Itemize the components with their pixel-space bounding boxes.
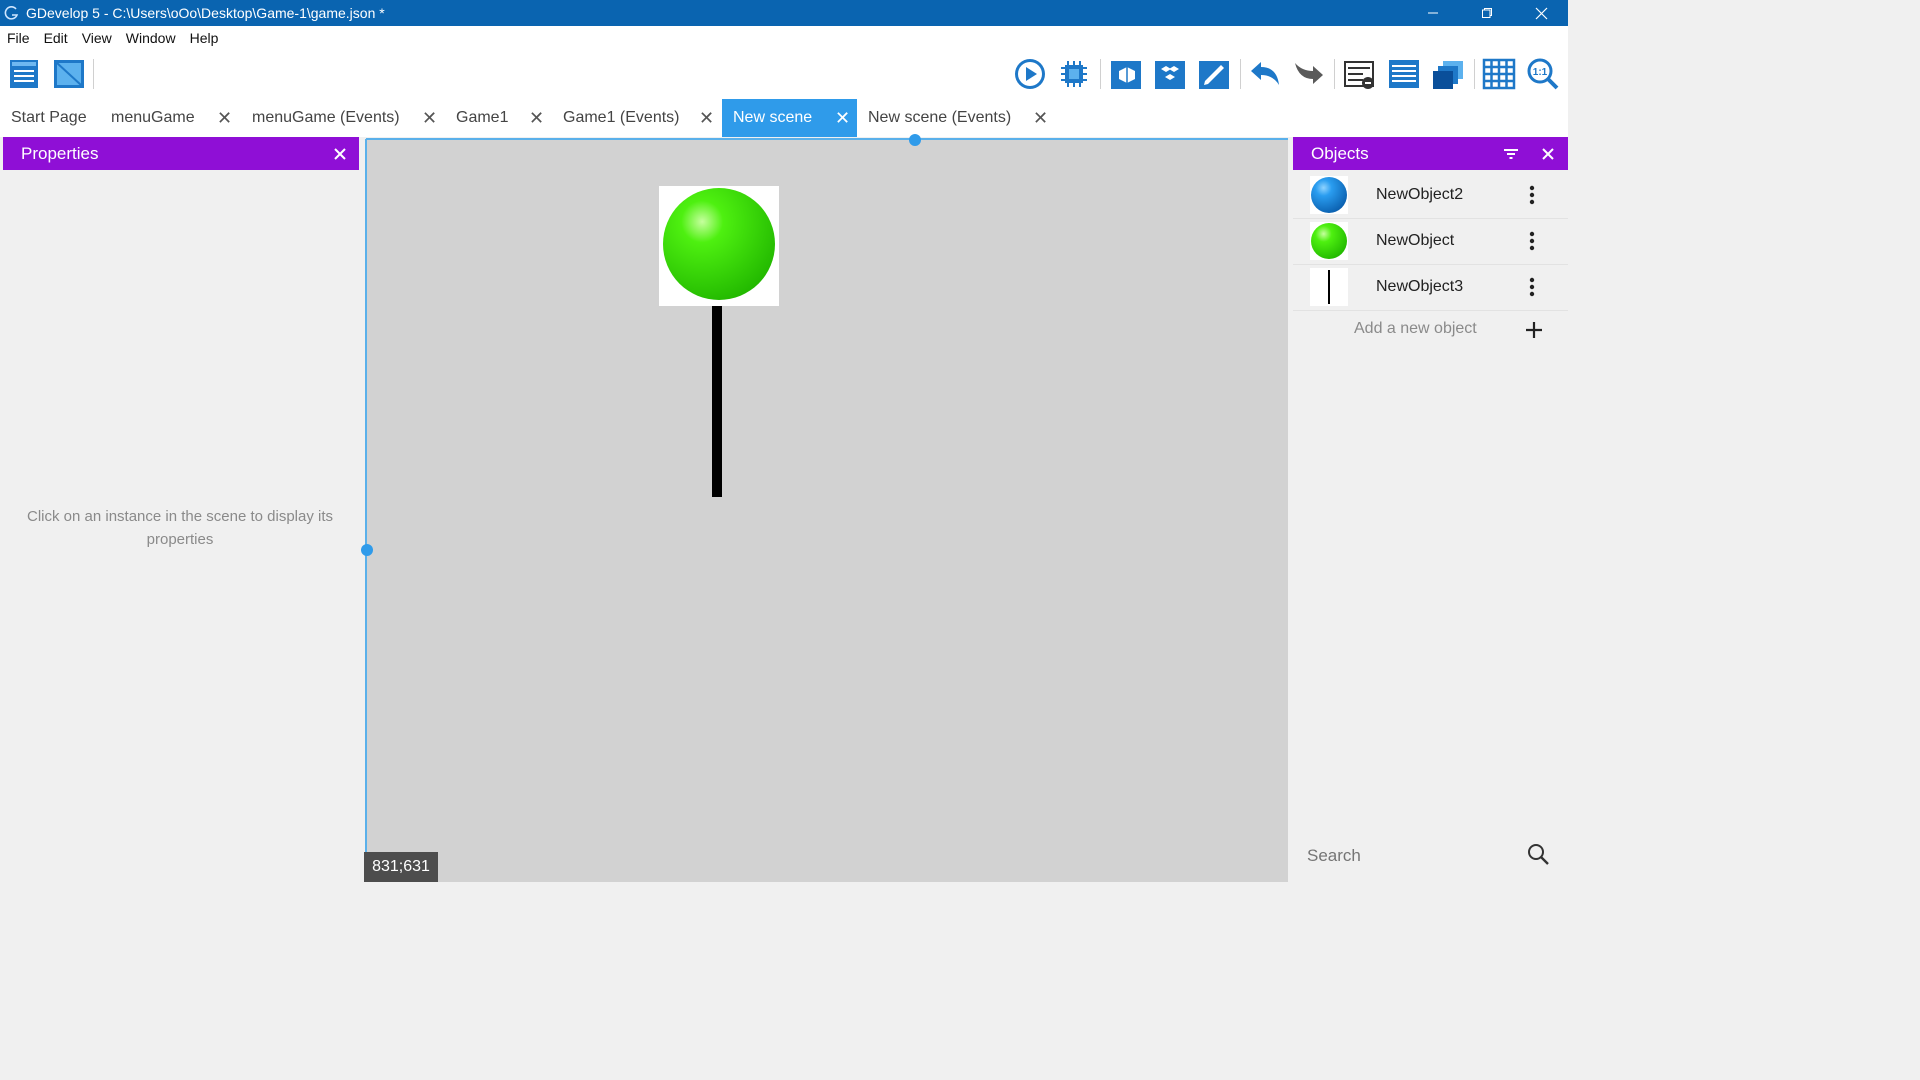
add-new-object-row[interactable]: Add a new object — [1293, 307, 1568, 353]
title-bar: GDevelop 5 - C:\Users\oOo\Desktop\Game-1… — [0, 0, 1568, 26]
close-tab-icon[interactable]: ✕ — [422, 108, 437, 129]
objects-header: Objects — [1293, 137, 1568, 170]
close-tab-icon[interactable]: ✕ — [835, 108, 850, 129]
close-window-button[interactable] — [1514, 0, 1568, 26]
resize-handle-left[interactable] — [361, 544, 373, 556]
object-item-newobject3[interactable]: NewObject3 — [1293, 264, 1568, 310]
object-name: NewObject3 — [1376, 278, 1464, 295]
tab-label: Start Page — [11, 109, 87, 126]
add-icon[interactable] — [1525, 321, 1543, 339]
close-icon[interactable] — [1542, 148, 1554, 160]
objects-list-icon[interactable] — [1153, 57, 1187, 91]
tab-label: menuGame (Events) — [252, 109, 400, 126]
menu-edit[interactable]: Edit — [37, 30, 75, 46]
instances-list-icon[interactable] — [1387, 57, 1421, 91]
grid-icon[interactable] — [1482, 57, 1516, 91]
close-icon[interactable] — [334, 148, 346, 160]
close-tab-icon[interactable]: ✕ — [529, 108, 544, 129]
scene-vertical-guide — [365, 139, 367, 882]
menu-file[interactable]: File — [0, 30, 37, 46]
tab-label: Game1 — [456, 109, 509, 126]
close-tab-icon[interactable]: ✕ — [217, 108, 232, 129]
menu-help[interactable]: Help — [183, 30, 226, 46]
tab-label: New scene — [733, 109, 813, 126]
toolbar-divider — [1240, 59, 1241, 89]
editor-tabs: Start Page menuGame ✕ menuGame (Events) … — [0, 99, 1568, 137]
toolbar-divider — [93, 59, 94, 89]
close-icon — [1535, 7, 1547, 19]
properties-panel-icon[interactable] — [1197, 57, 1231, 91]
blue-sphere-icon — [1310, 176, 1348, 214]
object-groups-icon[interactable] — [1109, 57, 1143, 91]
green-sphere-icon — [1310, 222, 1348, 260]
search-icon[interactable] — [1527, 843, 1549, 865]
project-manager-icon[interactable] — [8, 57, 42, 91]
toolbar-divider — [1474, 59, 1475, 89]
tab-label: New scene (Events) — [868, 109, 1012, 126]
object-name: NewObject — [1376, 232, 1455, 249]
tab-label: Game1 (Events) — [563, 109, 680, 126]
preview-play-icon[interactable] — [1013, 57, 1047, 91]
green-sphere-instance[interactable] — [659, 186, 781, 498]
black-line-icon — [1310, 268, 1348, 306]
toolbar: 1:1 — [0, 49, 1568, 99]
tab-game1-events[interactable]: Game1 (Events) ✕ — [552, 99, 722, 137]
tab-label: menuGame — [111, 109, 195, 126]
minimize-icon — [1428, 12, 1438, 14]
filter-icon[interactable] — [1503, 148, 1519, 160]
objects-search — [1293, 834, 1568, 876]
add-new-object-label: Add a new object — [1354, 320, 1477, 337]
tab-menugame[interactable]: menuGame ✕ — [100, 99, 243, 137]
properties-header: Properties — [3, 137, 359, 170]
undo-icon[interactable] — [1248, 57, 1282, 91]
minimize-button[interactable] — [1406, 0, 1460, 26]
restore-button[interactable] — [1460, 0, 1514, 26]
properties-hint: Click on an instance in the scene to dis… — [27, 508, 333, 548]
redo-icon[interactable] — [1292, 57, 1326, 91]
menu-window[interactable]: Window — [119, 30, 183, 46]
tab-new-scene-events[interactable]: New scene (Events) ✕ — [857, 99, 1057, 137]
tab-game1[interactable]: Game1 ✕ — [445, 99, 552, 137]
svg-text:1:1: 1:1 — [1533, 67, 1548, 78]
more-vert-icon[interactable] — [1529, 277, 1535, 297]
properties-panel: Properties Click on an instance in the s… — [0, 137, 362, 882]
scene-editor-icon[interactable] — [52, 57, 86, 91]
zoom-reset-icon[interactable]: 1:1 — [1526, 57, 1560, 91]
objects-panel: Objects NewObject2 NewObject NewObject3 … — [1293, 137, 1568, 882]
scene-canvas[interactable] — [366, 139, 1288, 882]
objects-title: Objects — [1311, 143, 1369, 163]
window-title: GDevelop 5 - C:\Users\oOo\Desktop\Game-1… — [26, 5, 385, 21]
debugger-icon[interactable] — [1057, 57, 1091, 91]
object-item-newobject[interactable]: NewObject — [1293, 218, 1568, 264]
close-tab-icon[interactable]: ✕ — [1033, 108, 1048, 129]
menu-view[interactable]: View — [75, 30, 119, 46]
tab-new-scene[interactable]: New scene ✕ — [722, 99, 857, 137]
layers-icon[interactable] — [1343, 57, 1377, 91]
more-vert-icon[interactable] — [1529, 231, 1535, 251]
toolbar-divider — [1100, 59, 1101, 89]
black-line-instance[interactable] — [712, 306, 722, 497]
menu-bar: File Edit View Window Help — [0, 26, 1568, 49]
tab-start-page[interactable]: Start Page — [0, 99, 100, 137]
restore-icon — [1482, 8, 1492, 18]
properties-title: Properties — [21, 143, 99, 163]
resize-handle-top[interactable] — [909, 134, 921, 146]
object-name: NewObject2 — [1376, 186, 1464, 203]
more-vert-icon[interactable] — [1529, 185, 1535, 205]
gdevelop-logo-icon — [4, 6, 19, 20]
tab-menugame-events[interactable]: menuGame (Events) ✕ — [243, 99, 445, 137]
toolbar-divider — [1334, 59, 1335, 89]
close-tab-icon[interactable]: ✕ — [699, 108, 714, 129]
scene-horizontal-guide — [366, 138, 1288, 140]
search-input[interactable] — [1305, 840, 1519, 872]
object-item-newobject2[interactable]: NewObject2 — [1293, 172, 1568, 218]
cursor-coordinates: 831;631 — [364, 852, 438, 882]
window-mask-icon[interactable] — [1431, 57, 1465, 91]
